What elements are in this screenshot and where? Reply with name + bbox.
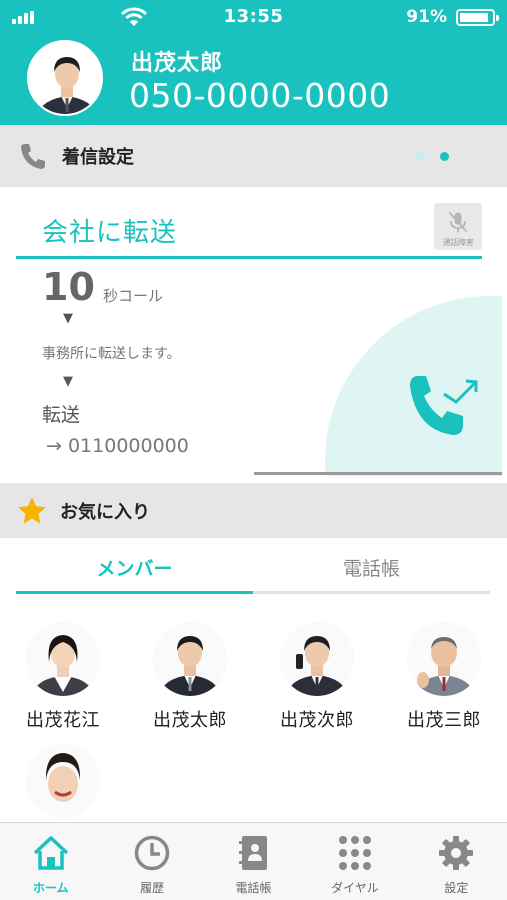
nav-history-label: 履歴 [140, 881, 165, 895]
favorites-bar: お気に入り [0, 483, 507, 538]
nav-settings[interactable]: 設定 [406, 823, 507, 900]
gear-icon [439, 836, 474, 870]
member-card[interactable]: 出茂三郎 [384, 622, 504, 732]
member-avatar [26, 744, 100, 818]
nav-dial-label: ダイヤル [331, 881, 379, 895]
forward-card-scrollbar [254, 472, 502, 475]
incoming-settings-bar: 着信設定 [0, 125, 507, 187]
tab-members[interactable]: メンバー [16, 548, 253, 594]
nav-history[interactable]: 履歴 [101, 823, 202, 900]
user-name: 出茂太郎 [131, 51, 224, 76]
nav-home-label: ホーム [32, 881, 69, 895]
battery-icon [456, 9, 499, 26]
member-card[interactable]: 出茂太郎 [130, 622, 250, 732]
ring-seconds-value: 10 [42, 265, 95, 309]
tab-phonebook[interactable]: 電話帳 [253, 548, 490, 594]
contacts-book-icon [238, 836, 267, 870]
forward-number: → 0110000000 [46, 435, 189, 457]
header: 13:55 91% 出茂太郎 050-0000-0000 [0, 0, 507, 125]
flow-arrow-1: ▼ [63, 311, 73, 326]
nav-phonebook[interactable]: 電話帳 [203, 823, 304, 900]
page-dot-2[interactable] [440, 152, 449, 161]
dialpad-icon [338, 836, 371, 870]
star-icon [18, 496, 46, 524]
flow-arrow-2: ▼ [63, 374, 73, 389]
user-phone-number: 050-0000-0000 [129, 76, 391, 115]
call-block-label: 通話障害 [442, 238, 474, 247]
forward-message: 事務所に転送します。 [42, 346, 181, 362]
clock-icon [134, 835, 170, 871]
member-name: 出茂太郎 [153, 710, 227, 731]
battery-percent: 91% [406, 7, 447, 27]
member-avatar [26, 622, 100, 696]
home-screen: 13:55 91% 出茂太郎 050-0000-0000 着信設定 会社に転送 … [0, 0, 507, 900]
page-indicator[interactable] [416, 152, 449, 161]
status-bar: 13:55 91% [0, 0, 507, 34]
favorites-tabs: メンバー 電話帳 [16, 548, 490, 594]
incoming-settings-title: 着信設定 [62, 147, 134, 168]
nav-home[interactable]: ホーム [0, 823, 101, 900]
member-avatar [407, 622, 481, 696]
nav-settings-label: 設定 [444, 881, 469, 895]
member-card[interactable] [3, 744, 123, 828]
call-forward-icon[interactable] [406, 370, 482, 446]
member-name: 出茂次郎 [280, 710, 354, 731]
call-block-button[interactable]: 通話障害 [434, 203, 482, 250]
nav-dial[interactable]: ダイヤル [304, 823, 405, 900]
bottom-nav: ホーム 履歴 電話帳 ダイヤル 設定 [0, 822, 507, 900]
forward-mode-title[interactable]: 会社に転送 [42, 212, 177, 249]
home-icon [33, 836, 68, 870]
phone-icon [21, 144, 45, 169]
favorites-title: お気に入り [60, 501, 150, 523]
member-card[interactable]: 出茂花江 [3, 622, 123, 732]
member-avatar [153, 622, 227, 696]
member-card[interactable]: 出茂次郎 [257, 622, 377, 732]
member-avatar [280, 622, 354, 696]
member-name: 出茂花江 [26, 710, 100, 731]
forward-label: 転送 [42, 404, 81, 426]
nav-phonebook-label: 電話帳 [235, 881, 272, 895]
ring-seconds-unit: 秒コール [103, 287, 164, 305]
muted-mic-icon [448, 211, 468, 233]
user-avatar[interactable] [27, 40, 103, 116]
member-name: 出茂三郎 [407, 710, 481, 731]
forward-title-underline [16, 256, 482, 259]
page-dot-1[interactable] [416, 152, 425, 161]
